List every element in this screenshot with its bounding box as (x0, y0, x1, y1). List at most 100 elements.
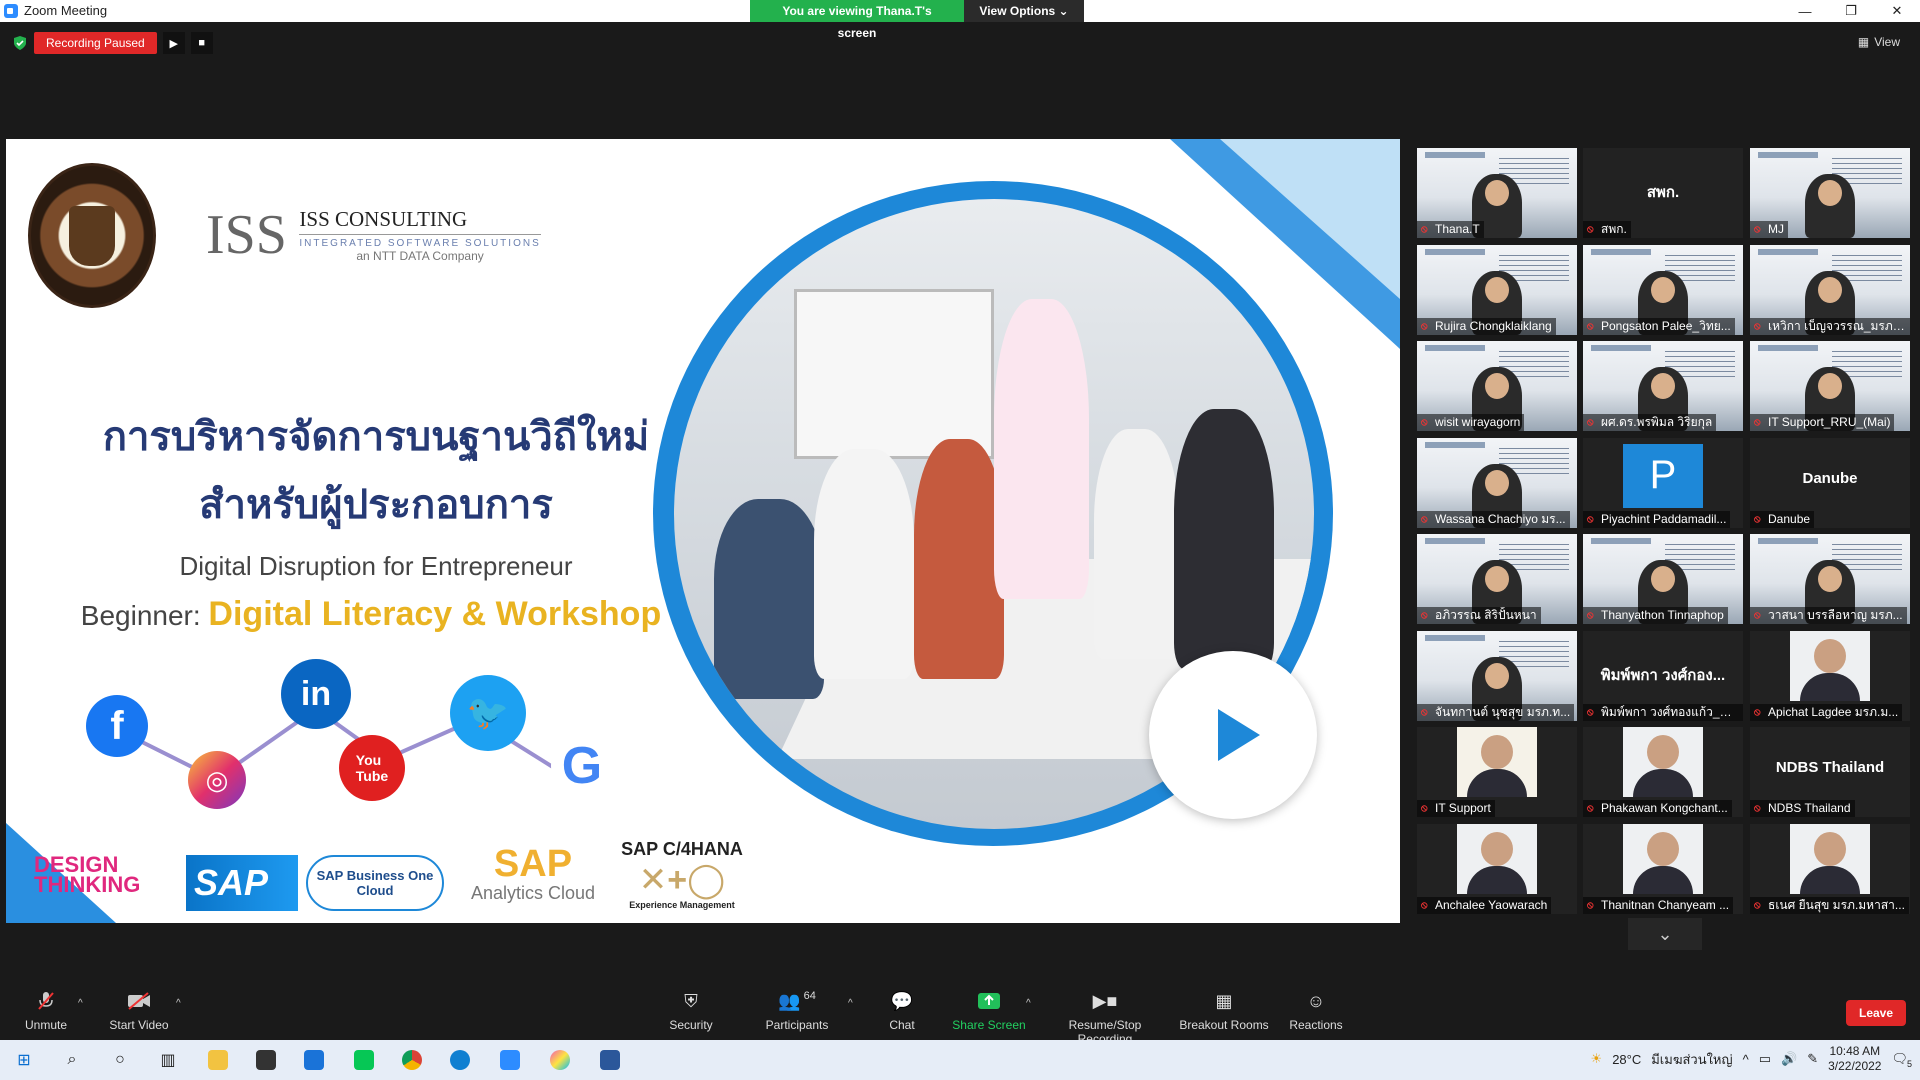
share-screen-button[interactable]: Share Screen (952, 990, 1026, 1032)
start-button[interactable]: ⊞ (8, 1046, 40, 1074)
participant-tile[interactable]: ⦸ Thanitnan Chanyeam ... (1583, 823, 1743, 914)
zoom-logo-icon (4, 3, 18, 18)
participant-tile[interactable]: Danube ⦸ Danube (1750, 437, 1910, 528)
participant-tile[interactable]: สพก. ⦸ สพก. (1583, 148, 1743, 238)
participant-count: 64 (803, 990, 816, 1002)
muted-mic-icon: ⦸ (1587, 899, 1594, 911)
participant-tile[interactable]: ⦸ อภิวรรณ สิริปั้นหนา (1417, 534, 1577, 624)
participant-tile[interactable]: ⦸ Rujira Chongklaiklang (1417, 244, 1577, 335)
taskbar-chrome[interactable] (396, 1046, 428, 1074)
taskbar-mail[interactable] (298, 1046, 330, 1074)
recording-controls-icon: ▶■ (1092, 990, 1118, 1011)
unmute-button[interactable]: Unmute (18, 990, 74, 1032)
resume-recording-button[interactable]: ▶ (162, 32, 185, 54)
minimize-button[interactable]: — (1782, 0, 1828, 22)
slide-title-line1: การบริหารจัดการบนฐานวิถีใหม่ (102, 414, 650, 460)
participant-tile[interactable]: ⦸ IT Support_RRU_(Mai) (1750, 341, 1910, 431)
participant-tile[interactable]: ⦸ MJ (1750, 148, 1910, 238)
participant-name-text: wisit wirayagorn (1435, 415, 1521, 429)
caret-up-icon: ^ (1026, 998, 1031, 1009)
participant-name: ⦸ Danube (1750, 510, 1815, 528)
taskbar-line[interactable] (348, 1046, 380, 1074)
task-view-button[interactable]: ▥ (152, 1046, 184, 1074)
participant-tile[interactable]: ⦸ วาสนา บรรลือหาญ มรภ... (1750, 534, 1910, 624)
participant-tile[interactable]: NDBS Thailand ⦸ NDBS Thailand (1750, 727, 1910, 817)
taskbar-word[interactable] (594, 1046, 626, 1074)
participant-name: ⦸ วาสนา บรรลือหาญ มรภ... (1750, 607, 1907, 624)
play-button[interactable] (1149, 651, 1317, 819)
participant-tile[interactable]: ⦸ จันทกานต์ นุชสุข มรภ.ท... (1417, 630, 1577, 721)
participant-tile[interactable]: ⦸ wisit wirayagorn (1417, 341, 1577, 431)
participant-tile[interactable]: ⦸ ธเนศ ยืนสุข มรภ.มหาสา... (1750, 823, 1910, 914)
participant-name: ⦸ Anchalee Yaowarach (1417, 896, 1552, 914)
muted-mic-icon: ⦸ (1421, 417, 1428, 428)
search-button[interactable]: ⌕ (56, 1046, 88, 1074)
participant-tile[interactable]: ⦸ Thanyathon Tinnaphop (1583, 534, 1743, 624)
participant-name: ⦸ อภิวรรณ สิริปั้นหนา (1417, 607, 1541, 624)
participant-tile[interactable]: พิมพ์พกา วงศ์กอง... ⦸ พิมพ์พกา วงศ์ทองแก้ว… (1583, 630, 1743, 721)
taskbar-paint[interactable] (544, 1046, 576, 1074)
close-button[interactable]: ✕ (1874, 0, 1920, 22)
weather-temp: 28°C (1612, 1051, 1642, 1067)
tray-chevron-icon[interactable]: ^ (1743, 1052, 1749, 1067)
muted-mic-icon: ⦸ (1421, 803, 1428, 814)
share-screen-icon (952, 990, 1026, 1012)
participant-name: ⦸ Phakawan Kongchant... (1583, 800, 1732, 817)
chat-button[interactable]: 💬 Chat (882, 990, 922, 1033)
photo-person (994, 299, 1089, 599)
reactions-button[interactable]: ☺ Reactions (1288, 990, 1344, 1033)
muted-mic-icon: ⦸ (1421, 320, 1428, 332)
participant-name: ⦸ wisit wirayagorn (1417, 414, 1525, 431)
view-layout-button[interactable]: ▦ View (1858, 35, 1900, 49)
participant-tile[interactable]: P ⦸ Piyachint Paddamadil... (1583, 437, 1743, 528)
participants-button[interactable]: 👥 64 Participants (762, 990, 832, 1032)
gallery-next-page-button[interactable]: ⌄ (1628, 918, 1702, 950)
window-title: Zoom Meeting (24, 3, 108, 18)
participant-tile[interactable]: ⦸ Anchalee Yaowarach (1417, 823, 1577, 914)
participant-tile[interactable]: ⦸ Thana.T (1417, 148, 1577, 238)
taskbar-edge[interactable] (444, 1046, 476, 1074)
participant-tile[interactable]: ⦸ Apichat Lagdee มรภ.ม... (1750, 630, 1910, 721)
muted-mic-icon: ⦸ (1754, 899, 1761, 911)
participant-tile[interactable]: ⦸ Pongsaton Palee_วิทย... (1583, 244, 1743, 335)
network-icon[interactable]: ▭ (1759, 1051, 1771, 1067)
participant-tile[interactable]: ⦸ IT Support (1417, 727, 1577, 817)
view-label: View (1874, 35, 1900, 49)
start-video-button[interactable]: Start Video (104, 990, 174, 1032)
participant-name: ⦸ ธเนศ ยืนสุข มรภ.มหาสา... (1750, 896, 1909, 914)
participants-icon: 👥 64 (778, 990, 816, 1011)
participant-tile[interactable]: ⦸ ผศ.ดร.พรพิมล วิริยกุล (1583, 341, 1743, 431)
slide-decoration (1220, 139, 1400, 299)
participant-tile[interactable]: ⦸ Phakawan Kongchant... (1583, 727, 1743, 817)
caret-up-icon: ^ (78, 998, 83, 1009)
cortana-button[interactable]: ○ (104, 1046, 136, 1074)
view-options-button[interactable]: View Options ⌄ (964, 0, 1084, 22)
chevron-down-icon: ⌄ (1657, 923, 1673, 944)
muted-mic-icon: ⦸ (1421, 899, 1428, 911)
leave-button[interactable]: Leave (1846, 1000, 1906, 1026)
security-button[interactable]: ⛨ Security (666, 990, 716, 1033)
notification-icon[interactable]: 🗨 5 (1891, 1051, 1912, 1069)
participant-name-text: IT Support (1435, 801, 1491, 815)
taskbar-zoom[interactable] (494, 1046, 526, 1074)
instagram-icon: ◎ (188, 751, 246, 809)
breakout-rooms-button[interactable]: ▦ Breakout Rooms (1178, 990, 1270, 1033)
participant-name-text: Rujira Chongklaiklang (1435, 318, 1552, 333)
taskbar-file-explorer[interactable] (202, 1046, 234, 1074)
stop-recording-button[interactable]: ■ (190, 32, 213, 54)
photo-person (814, 449, 914, 679)
participant-name: ⦸ IT Support (1417, 800, 1495, 817)
volume-icon[interactable]: 🔊 (1781, 1051, 1797, 1067)
taskbar-store[interactable] (250, 1046, 282, 1074)
slide-subtitle: Digital Disruption for Entrepreneur (179, 551, 573, 581)
resume-stop-recording-button[interactable]: ▶■ Resume/Stop Recording (1040, 990, 1170, 1047)
clock[interactable]: 10:48 AM 3/22/2022 (1828, 1044, 1881, 1074)
design-thinking-logo: DESIGN THINKING (34, 852, 141, 897)
participant-tile[interactable]: ⦸ เหวิกา เบ็ญจวรรณ_มรภ ... (1750, 244, 1910, 335)
participant-name: ⦸ NDBS Thailand (1750, 800, 1855, 817)
participant-tile[interactable]: ⦸ Wassana Chachiyo มร... (1417, 437, 1577, 528)
participant-photo (1457, 823, 1537, 894)
pen-icon[interactable]: ✎ (1807, 1051, 1818, 1067)
search-icon: ⌕ (67, 1051, 77, 1068)
maximize-button[interactable]: ❐ (1828, 0, 1874, 22)
